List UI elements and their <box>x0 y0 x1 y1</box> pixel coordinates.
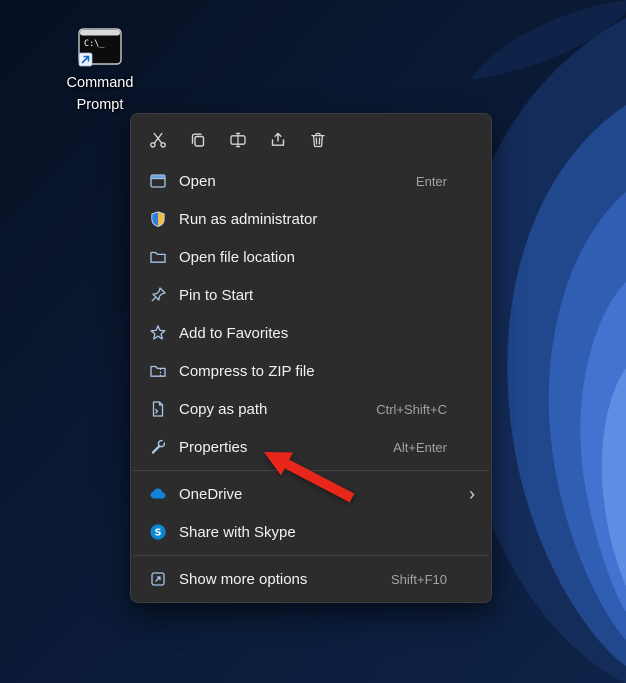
pin-icon <box>151 287 166 302</box>
menu-item-shortcut: Ctrl+Shift+C <box>376 401 447 417</box>
delete-button[interactable] <box>303 125 333 155</box>
context-menu: Open Enter Run as administrator Open fil… <box>130 113 492 603</box>
copy-as-path-icon <box>152 401 164 417</box>
quick-actions-toolbar <box>131 119 491 162</box>
open-icon <box>150 174 166 188</box>
menu-item-open-file-location[interactable]: Open file location <box>135 238 487 276</box>
menu-item-add-to-favorites[interactable]: Add to Favorites <box>135 314 487 352</box>
menu-item-copy-as-path[interactable]: Copy as path Ctrl+Shift+C <box>135 390 487 428</box>
menu-item-label: Add to Favorites <box>179 324 289 342</box>
menu-item-show-more-options[interactable]: Show more options Shift+F10 <box>135 560 487 598</box>
menu-separator <box>133 555 489 556</box>
admin-shield-icon <box>151 211 165 227</box>
rename-icon <box>230 132 246 148</box>
skype-icon: S <box>150 524 166 540</box>
delete-icon <box>311 132 325 148</box>
menu-item-label: Run as administrator <box>179 210 318 228</box>
cut-button[interactable] <box>143 125 173 155</box>
properties-wrench-icon <box>151 439 166 454</box>
copy-button[interactable] <box>183 125 213 155</box>
menu-item-label: Pin to Start <box>179 286 254 304</box>
svg-text:C:\_: C:\_ <box>84 39 105 49</box>
menu-item-label: Compress to ZIP file <box>179 362 315 380</box>
svg-text:S: S <box>155 528 162 539</box>
menu-item-pin-to-start[interactable]: Pin to Start <box>135 276 487 314</box>
menu-item-open[interactable]: Open Enter <box>135 162 487 200</box>
menu-item-run-as-administrator[interactable]: Run as administrator <box>135 200 487 238</box>
folder-icon <box>150 251 166 263</box>
desktop-shortcut-command-prompt[interactable]: C:\_ Command Prompt <box>52 26 148 117</box>
menu-item-label: Open file location <box>179 248 295 266</box>
submenu-chevron-icon: › <box>469 484 475 504</box>
desktop-icon-label: Command Prompt <box>66 75 134 113</box>
onedrive-cloud-icon <box>150 488 166 499</box>
copy-icon <box>191 133 205 147</box>
menu-item-share-with-skype[interactable]: S Share with Skype <box>135 513 487 551</box>
menu-item-label: Show more options <box>179 570 308 588</box>
menu-item-label: Open <box>179 172 216 190</box>
menu-item-shortcut: Alt+Enter <box>393 439 447 455</box>
menu-item-label: Share with Skype <box>179 523 296 541</box>
menu-item-compress-to-zip[interactable]: Compress to ZIP file <box>135 352 487 390</box>
rename-button[interactable] <box>223 125 253 155</box>
share-button[interactable] <box>263 125 293 155</box>
zip-folder-icon <box>150 365 166 377</box>
share-icon <box>271 132 285 146</box>
star-icon <box>150 325 166 340</box>
desktop: C:\_ Command Prompt Open Enter Run as ad… <box>0 0 626 683</box>
menu-item-shortcut: Enter <box>415 173 447 189</box>
annotation-arrow-icon <box>264 452 355 503</box>
menu-item-shortcut: Shift+F10 <box>390 571 447 587</box>
cut-icon <box>150 132 166 148</box>
menu-item-label: Copy as path <box>179 400 268 418</box>
command-prompt-icon: C:\_ <box>78 28 122 67</box>
show-more-options-icon <box>151 572 165 586</box>
